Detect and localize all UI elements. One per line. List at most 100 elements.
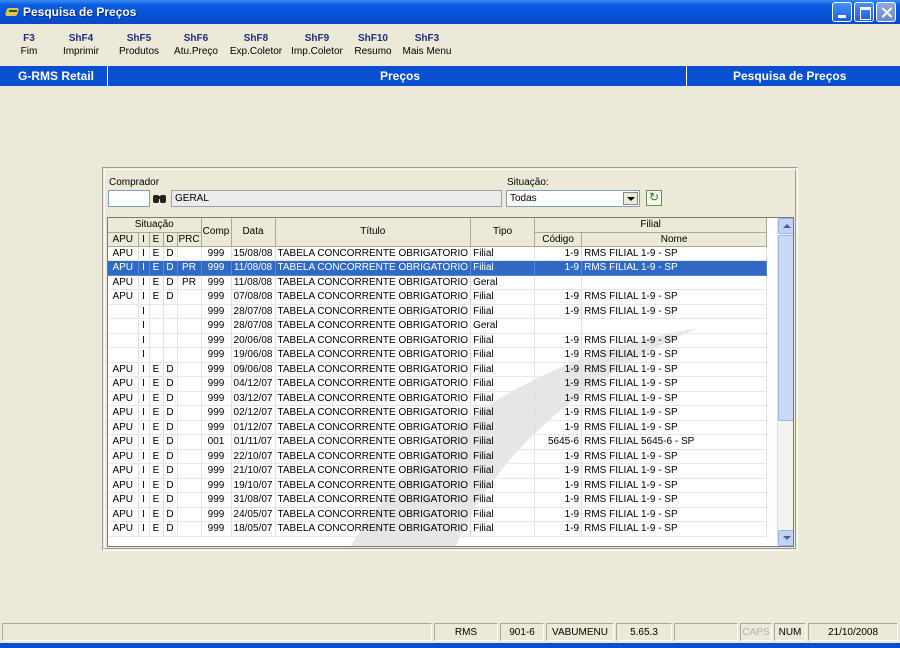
cell-prc [177, 507, 202, 522]
cell-comp: 999 [201, 362, 232, 377]
cell-apu: APU [108, 434, 139, 450]
table-row[interactable]: APU I E D PR 999 11/08/08 TABELA CONCORRENTE OB… [108, 260, 768, 276]
cell-e: E [149, 246, 164, 261]
table-row[interactable]: APU I E D 999 07/08/08 TABELA CONCORRENTE OBRI… [108, 289, 768, 305]
table-row[interactable]: APU I E D 999 02/12/07 TABELA CONCORRENTE OBRI… [108, 405, 768, 421]
column-header-comp[interactable]: Comp [201, 218, 232, 247]
table-row[interactable]: APU I E D 999 04/12/07 TABELA CONCORRENTE OBRI… [108, 376, 768, 392]
table-row[interactable]: APU I E D 999 09/06/08 TABELA CONCORRENTE OBRI… [108, 362, 768, 377]
column-header-prc[interactable]: PRC [177, 232, 202, 247]
table-row[interactable]: APU I E D 999 15/08/08 TABELA CONCORRENTE OBRI… [108, 246, 768, 261]
column-header-apu[interactable]: APU [108, 232, 139, 247]
cell-d: D [163, 463, 178, 479]
column-header-data[interactable]: Data [231, 218, 276, 247]
cell-e: E [149, 434, 164, 450]
cell-comp: 999 [201, 289, 232, 305]
cell-data: 02/12/07 [231, 405, 276, 421]
fkey-atu-preco[interactable]: ShF6 Atu.Preço [168, 24, 224, 66]
minimize-button[interactable] [832, 2, 852, 22]
table-row[interactable]: I 999 28/07/08 TABELA CONCORRENTE OBRIGATOR… [108, 304, 768, 319]
table-row[interactable]: APU I E D PR 999 11/08/08 TABELA CONCORRENTE OB… [108, 275, 768, 290]
cell-e [149, 304, 164, 319]
fkey-key: ShF5 [126, 33, 152, 44]
cell-tipo: Filial [470, 405, 536, 421]
fkey-key: ShF10 [357, 33, 388, 44]
cell-i: I [138, 405, 150, 421]
cell-comp: 999 [201, 507, 232, 522]
fkey-label: Fim [20, 46, 38, 57]
fkey-imprimir[interactable]: ShF4 Imprimir [52, 24, 110, 66]
cell-nome: RMS FILIAL 1-9 - SP [581, 391, 768, 406]
status-menu: VABUMENU [546, 623, 614, 641]
cell-apu: APU [108, 391, 139, 406]
maximize-button[interactable] [854, 2, 874, 22]
cell-nome: RMS FILIAL 1-9 - SP [581, 362, 768, 377]
refresh-icon[interactable] [646, 190, 662, 206]
cell-i: I [138, 420, 150, 435]
cell-codigo: 1-9 [534, 478, 583, 493]
column-header-e[interactable]: E [149, 232, 164, 247]
column-header-codigo[interactable]: Código [534, 232, 583, 247]
fkey-key: ShF6 [183, 33, 209, 44]
fkey-resumo[interactable]: ShF10 Resumo [348, 24, 398, 66]
vertical-scrollbar[interactable] [777, 218, 793, 546]
cell-comp: 999 [201, 333, 232, 348]
table-row[interactable]: APU I E D 999 01/12/07 TABELA CONCORRENTE OBRI… [108, 420, 768, 435]
cell-titulo: TABELA CONCORRENTE OBRIGATORIO [275, 521, 472, 537]
module-header-bar: G-RMS Retail Preços Pesquisa de Preços [0, 66, 900, 86]
cell-data: 11/08/08 [231, 275, 276, 290]
fkey-label: Resumo [354, 46, 392, 57]
scroll-up-arrow-icon[interactable] [778, 218, 793, 234]
cell-tipo: Filial [470, 347, 536, 363]
fkey-mais-menu[interactable]: ShF3 Mais Menu [400, 24, 454, 66]
cell-prc [177, 463, 202, 479]
column-header-tipo[interactable]: Tipo [470, 218, 536, 247]
scrollbar-thumb[interactable] [778, 235, 793, 421]
table-row[interactable]: APU I E D 999 22/10/07 TABELA CONCORRENTE OBRI… [108, 449, 768, 464]
table-row[interactable]: I 999 28/07/08 TABELA CONCORRENTE OBRIGATOR… [108, 318, 768, 334]
comprador-code-input[interactable] [108, 190, 150, 207]
cell-codigo: 1-9 [534, 463, 583, 479]
chevron-down-icon[interactable] [623, 192, 638, 205]
fkey-imp-coletor[interactable]: ShF9 Imp.Coletor [288, 24, 346, 66]
table-row[interactable]: I 999 20/06/08 TABELA CONCORRENTE OBRIGATOR… [108, 333, 768, 348]
cell-prc [177, 246, 202, 261]
scroll-down-arrow-icon[interactable] [778, 530, 793, 546]
table-row[interactable]: APU I E D 999 21/10/07 TABELA CONCORRENTE OBRI… [108, 463, 768, 479]
table-row[interactable]: APU I E D 999 19/10/07 TABELA CONCORRENTE OBRI… [108, 478, 768, 493]
cell-d: D [163, 434, 178, 450]
cell-tipo: Filial [470, 449, 536, 464]
fkey-produtos[interactable]: ShF5 Produtos [112, 24, 166, 66]
column-header-nome[interactable]: Nome [581, 232, 768, 247]
cell-data: 28/07/08 [231, 304, 276, 319]
fkey-key: ShF8 [243, 33, 269, 44]
cell-comp: 001 [201, 434, 232, 450]
fkey-fim[interactable]: F3 Fim [8, 24, 50, 66]
cell-e: E [149, 289, 164, 305]
table-row[interactable]: APU I E D 999 31/08/07 TABELA CONCORRENTE OBRI… [108, 492, 768, 508]
cell-codigo: 1-9 [534, 347, 583, 363]
binoculars-icon[interactable] [152, 190, 168, 206]
cell-d: D [163, 449, 178, 464]
table-row[interactable]: APU I E D 001 01/11/07 TABELA CONCORRENTE OBRI… [108, 434, 768, 450]
fkey-key: ShF9 [304, 33, 330, 44]
cell-tipo: Filial [470, 420, 536, 435]
cell-i: I [138, 463, 150, 479]
column-header-d[interactable]: D [163, 232, 178, 247]
fkey-exp-coletor[interactable]: ShF8 Exp.Coletor [226, 24, 286, 66]
situacao-select[interactable]: Todas [506, 190, 640, 207]
fkey-label: Imp.Coletor [291, 46, 343, 57]
column-header-i[interactable]: I [138, 232, 150, 247]
close-button[interactable] [876, 2, 896, 22]
cell-nome: RMS FILIAL 1-9 - SP [581, 420, 768, 435]
cell-d: D [163, 492, 178, 508]
cell-nome: RMS FILIAL 1-9 - SP [581, 304, 768, 319]
situacao-label: Situação: [507, 177, 549, 188]
cell-d [163, 347, 178, 363]
table-row[interactable]: APU I E D 999 03/12/07 TABELA CONCORRENTE OBRI… [108, 391, 768, 406]
table-row[interactable]: I 999 19/06/08 TABELA CONCORRENTE OBRIGATOR… [108, 347, 768, 363]
cell-apu: APU [108, 507, 139, 522]
column-header-titulo[interactable]: Título [275, 218, 472, 247]
table-row[interactable]: APU I E D 999 18/05/07 TABELA CONCORRENTE OBRI… [108, 521, 768, 537]
table-row[interactable]: APU I E D 999 24/05/07 TABELA CONCORRENTE OBRI… [108, 507, 768, 522]
